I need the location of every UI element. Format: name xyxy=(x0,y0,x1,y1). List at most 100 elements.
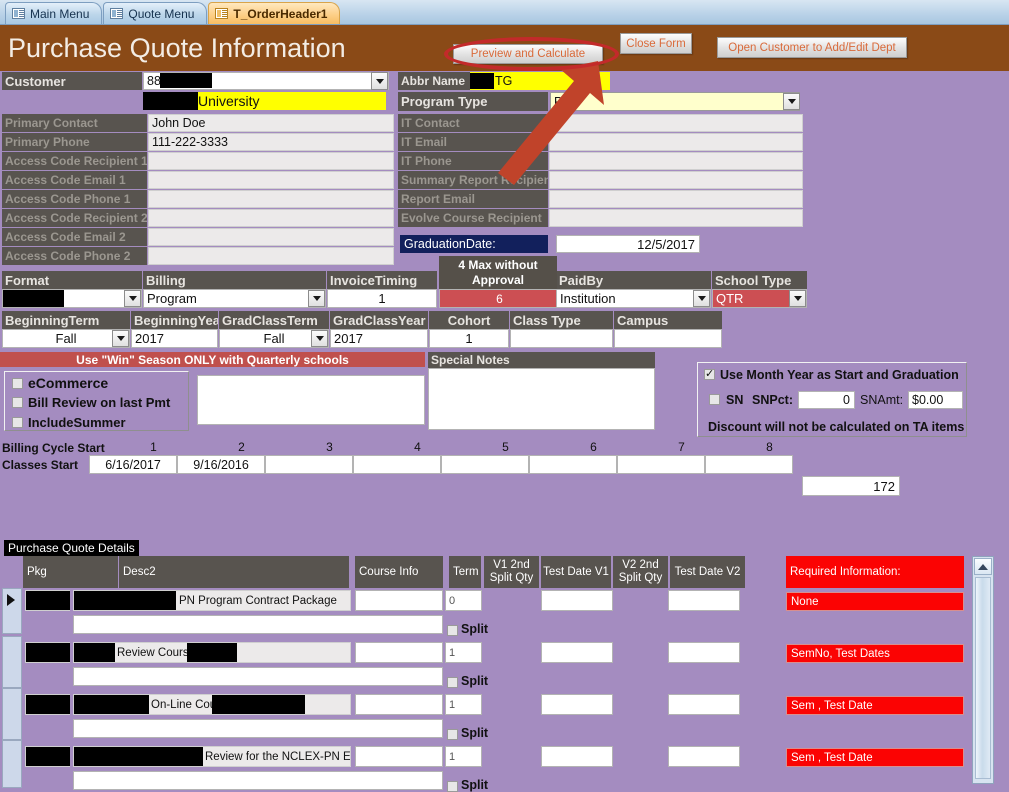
split-checkbox[interactable] xyxy=(447,677,458,688)
billing-field[interactable]: Program xyxy=(143,289,326,308)
preview-and-calculate-button[interactable]: Preview and Calculate xyxy=(453,44,603,64)
evolve-course-recipient-field[interactable] xyxy=(549,209,803,227)
classes-start-date-5[interactable] xyxy=(441,455,529,474)
tab-t-orderheader1[interactable]: T_OrderHeader1 xyxy=(208,2,341,24)
table-subrow-field[interactable] xyxy=(73,771,443,790)
open-customer-button[interactable]: Open Customer to Add/Edit Dept xyxy=(717,37,907,58)
table-cell-test-date-v2[interactable] xyxy=(668,746,740,767)
grad-class-term-dropdown-arrow[interactable] xyxy=(311,330,328,347)
col-header-v1-split-qty[interactable]: V1 2nd Split Qty xyxy=(484,556,539,588)
classes-start-date-7[interactable] xyxy=(617,455,705,474)
details-vertical-scrollbar[interactable] xyxy=(972,556,994,784)
col-header-course-info[interactable]: Course Info xyxy=(355,556,443,588)
scroll-up-button[interactable] xyxy=(974,558,992,575)
special-notes-field[interactable] xyxy=(428,368,655,430)
table-subrow-field[interactable] xyxy=(73,667,443,686)
class-type-field[interactable] xyxy=(510,329,613,348)
split-checkbox[interactable] xyxy=(447,781,458,792)
summary-report-recipient-field[interactable] xyxy=(549,171,803,189)
customer-dropdown-arrow[interactable] xyxy=(371,72,388,90)
program-type-dropdown-arrow[interactable] xyxy=(783,93,800,110)
table-cell-test-date-v1[interactable] xyxy=(541,590,613,611)
billing-dropdown-arrow[interactable] xyxy=(308,290,325,307)
table-cell-test-date-v1[interactable] xyxy=(541,642,613,663)
classes-start-date-8[interactable] xyxy=(705,455,793,474)
classes-start-date-2[interactable]: 9/16/2016 xyxy=(177,455,265,474)
table-cell-test-date-v2[interactable] xyxy=(668,642,740,663)
bill-review-checkbox[interactable] xyxy=(12,397,23,408)
access-code-email-2-field[interactable] xyxy=(148,228,394,246)
table-cell-term[interactable]: 1 xyxy=(445,694,482,715)
table-subrow-field[interactable] xyxy=(73,719,443,738)
graduation-date-label: GraduationDate: xyxy=(400,235,548,253)
split-checkbox[interactable] xyxy=(447,625,458,636)
row-selector[interactable] xyxy=(2,740,22,788)
snamt-field[interactable]: $0.00 xyxy=(908,391,963,409)
notes-box-left[interactable] xyxy=(197,375,425,425)
beginning-term-dropdown-arrow[interactable] xyxy=(112,330,129,347)
table-cell-term[interactable]: 1 xyxy=(445,746,482,767)
col-header-test-date-v1[interactable]: Test Date V1 xyxy=(541,556,611,588)
grad-class-year-field[interactable]: 2017 xyxy=(330,329,428,348)
include-summer-checkbox[interactable] xyxy=(12,417,23,428)
table-cell-test-date-v2[interactable] xyxy=(668,590,740,611)
col-header-pkg[interactable]: Pkg xyxy=(23,556,118,588)
table-subrow-field[interactable] xyxy=(73,615,443,634)
it-email-field[interactable] xyxy=(549,133,803,151)
max-value-field[interactable]: 6 xyxy=(439,289,557,308)
beginning-year-field[interactable]: 2017 xyxy=(131,329,218,348)
cohort-field[interactable]: 1 xyxy=(429,329,509,348)
table-cell-course-info[interactable] xyxy=(355,694,443,715)
table-cell-term[interactable]: 0 xyxy=(445,590,482,611)
invoice-timing-field[interactable]: 1 xyxy=(327,289,437,308)
classes-start-date-6[interactable] xyxy=(529,455,617,474)
graduation-date-field[interactable]: 12/5/2017 xyxy=(556,235,700,253)
classes-start-date-4[interactable] xyxy=(353,455,441,474)
scrollbar-thumb[interactable] xyxy=(975,577,991,779)
split-checkbox[interactable] xyxy=(447,729,458,740)
close-form-button[interactable]: Close Form xyxy=(620,33,692,54)
max-approval-tooltip: 4 Max without Approval xyxy=(439,256,557,289)
row-selector[interactable] xyxy=(2,636,22,688)
ecommerce-checkbox[interactable] xyxy=(12,378,23,389)
beginning-term-field[interactable]: Fall xyxy=(2,329,130,348)
format-dropdown-arrow[interactable] xyxy=(124,290,141,307)
tab-main-menu[interactable]: Main Menu xyxy=(5,2,103,24)
table-cell-term[interactable]: 1 xyxy=(445,642,482,663)
it-contact-field[interactable] xyxy=(549,114,803,132)
cycle-total-field[interactable]: 172 xyxy=(802,476,900,496)
col-header-required-information[interactable]: Required Information: xyxy=(786,556,964,588)
table-cell-test-date-v1[interactable] xyxy=(541,746,613,767)
tab-quote-menu[interactable]: Quote Menu xyxy=(103,2,208,24)
paidby-dropdown-arrow[interactable] xyxy=(693,290,710,307)
table-cell-course-info[interactable] xyxy=(355,746,443,767)
col-header-v2-split-qty[interactable]: V2 2nd Split Qty xyxy=(613,556,668,588)
table-cell-test-date-v1[interactable] xyxy=(541,694,613,715)
classes-start-date-3[interactable] xyxy=(265,455,353,474)
campus-field[interactable] xyxy=(614,329,722,348)
access-code-recipient-2-field[interactable] xyxy=(148,209,394,227)
use-month-year-checkbox[interactable] xyxy=(704,367,715,380)
col-header-desc2[interactable]: Desc2 xyxy=(119,556,349,588)
program-type-field[interactable]: PN xyxy=(550,92,800,111)
school-type-dropdown-arrow[interactable] xyxy=(789,290,806,307)
table-cell-test-date-v2[interactable] xyxy=(668,694,740,715)
sn-checkbox[interactable] xyxy=(709,394,720,405)
access-code-phone-1-field[interactable] xyxy=(148,190,394,208)
primary-contact-field[interactable]: John Doe xyxy=(148,114,394,132)
col-header-test-date-v2[interactable]: Test Date V2 xyxy=(670,556,745,588)
table-cell-course-info[interactable] xyxy=(355,590,443,611)
row-selector[interactable] xyxy=(2,688,22,740)
special-notes-label: Special Notes xyxy=(428,352,655,368)
table-cell-course-info[interactable] xyxy=(355,642,443,663)
access-code-recipient-1-field[interactable] xyxy=(148,152,394,170)
primary-phone-field[interactable]: 111-222-3333 xyxy=(148,133,394,151)
paidby-field[interactable]: Institution xyxy=(556,289,711,308)
it-phone-field[interactable] xyxy=(549,152,803,170)
classes-start-date-1[interactable]: 6/16/2017 xyxy=(89,455,177,474)
access-code-email-1-field[interactable] xyxy=(148,171,394,189)
report-email-field[interactable] xyxy=(549,190,803,208)
snpct-field[interactable]: 0 xyxy=(798,391,855,409)
access-code-phone-2-field[interactable] xyxy=(148,247,394,265)
col-header-term[interactable]: Term xyxy=(449,556,481,588)
